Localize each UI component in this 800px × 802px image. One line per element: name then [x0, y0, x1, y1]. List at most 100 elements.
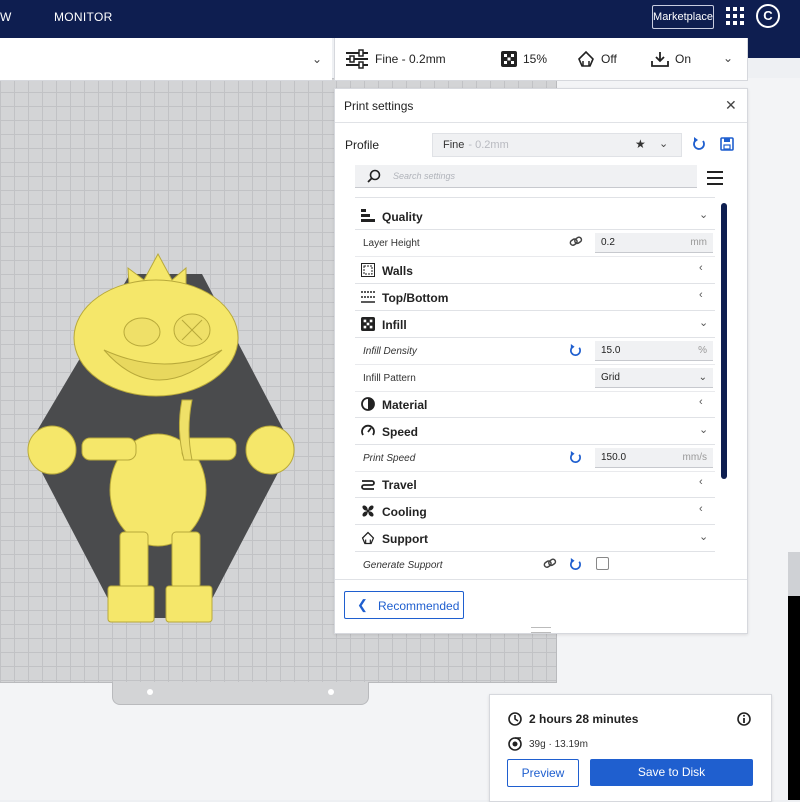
setting-layer-height: Layer Height 0.2 mm: [355, 230, 715, 257]
info-icon[interactable]: [737, 712, 751, 726]
search-icon: [367, 169, 381, 183]
chevron-down-icon: ⌄: [699, 531, 709, 543]
star-icon[interactable]: ★: [635, 137, 646, 151]
category-speed[interactable]: Speed ⌄: [355, 418, 715, 445]
fan-icon: [362, 505, 374, 517]
chevron-down-icon: ⌄: [699, 317, 709, 329]
setting-label: Infill Density: [363, 346, 417, 357]
right-foot-shape: [165, 585, 213, 623]
support-icon: [361, 531, 375, 545]
chevron-down-icon[interactable]: ⌄: [312, 52, 322, 66]
setting-label: Infill Pattern: [363, 373, 416, 384]
support-summary[interactable]: Off: [577, 51, 617, 67]
header-extension: [746, 38, 800, 58]
sliders-icon: [346, 49, 368, 69]
link-icon[interactable]: [569, 236, 583, 248]
adhesion-summary[interactable]: On: [651, 51, 691, 67]
link-icon[interactable]: [543, 558, 557, 570]
chevron-left-icon: ‹: [699, 476, 703, 488]
divider: [355, 197, 715, 198]
top-bottom-icon: [361, 291, 375, 303]
close-icon[interactable]: ✕: [725, 97, 737, 114]
field-value: 15.0: [601, 345, 621, 356]
adhesion-icon: [651, 52, 669, 67]
scrollbar[interactable]: [721, 203, 727, 479]
print-speed-field[interactable]: 150.0 mm/s: [595, 448, 713, 468]
profile-value: Fine: [443, 139, 465, 151]
chevron-left-icon: ‹: [699, 503, 703, 515]
save-profile-icon[interactable]: [720, 137, 734, 151]
object-selector-bar[interactable]: ⌄: [0, 38, 332, 81]
panel-title: Print settings: [344, 99, 414, 113]
account-avatar[interactable]: C: [756, 4, 780, 28]
category-support[interactable]: Support ⌄: [355, 525, 715, 552]
category-top-bottom[interactable]: Top/Bottom ‹: [355, 284, 715, 311]
speed-icon: [361, 424, 375, 436]
material-icon: [361, 397, 375, 411]
material-estimate: 39g · 13.19m: [529, 739, 588, 750]
category-cooling[interactable]: Cooling ‹: [355, 498, 715, 525]
dropdown-value: Grid: [601, 372, 620, 383]
apps-grid-icon[interactable]: [726, 7, 744, 25]
profile-dropdown[interactable]: Fine - 0.2mm ★ ⌄: [432, 133, 682, 157]
marketplace-button[interactable]: Marketplace: [652, 5, 714, 29]
category-label: Support: [382, 532, 428, 546]
category-label: Travel: [382, 478, 417, 492]
category-material[interactable]: Material ‹: [355, 391, 715, 418]
chevron-down-icon[interactable]: ⌄: [723, 51, 733, 65]
clock-icon: [508, 712, 522, 726]
recommended-button[interactable]: ❮ Recommended: [344, 591, 464, 619]
chevron-down-icon[interactable]: ⌄: [659, 137, 668, 150]
layer-height-field[interactable]: 0.2 mm: [595, 233, 713, 253]
viewport-edge-dark: [788, 596, 800, 800]
resize-grip[interactable]: [531, 627, 551, 633]
search-placeholder: Search settings: [393, 171, 456, 181]
preview-button[interactable]: Preview: [507, 759, 579, 787]
top-header: W MONITOR Marketplace C: [0, 0, 800, 38]
infill-pattern-dropdown[interactable]: Grid ⌄: [595, 368, 713, 388]
chevron-left-icon: ‹: [699, 262, 703, 274]
chevron-down-icon: ⌄: [698, 372, 707, 383]
stage-tab-prepare[interactable]: W: [0, 10, 12, 24]
plate-hole: [328, 689, 334, 695]
build-plate-tab: [112, 682, 369, 705]
category-infill[interactable]: Infill ⌄: [355, 311, 715, 338]
adhesion-summary-label: On: [675, 52, 692, 66]
spool-icon: [508, 737, 522, 751]
reset-icon[interactable]: [569, 344, 582, 357]
category-label: Walls: [382, 264, 413, 278]
field-unit: mm: [690, 237, 707, 248]
infill-density-field[interactable]: 15.0 %: [595, 341, 713, 361]
category-travel[interactable]: Travel ‹: [355, 471, 715, 498]
setting-label: Layer Height: [363, 238, 420, 249]
field-value: 0.2: [601, 237, 615, 248]
reset-icon[interactable]: [569, 451, 582, 464]
infill-summary-label: 15%: [523, 52, 548, 66]
reset-icon[interactable]: [569, 558, 582, 571]
generate-support-checkbox[interactable]: [596, 557, 609, 570]
reset-icon[interactable]: [692, 137, 706, 151]
chevron-left-icon: ❮: [357, 597, 368, 612]
recommended-label: Recommended: [378, 599, 460, 613]
category-label: Material: [382, 398, 428, 412]
settings-menu-icon[interactable]: [707, 171, 723, 185]
model-3d-character[interactable]: [26, 250, 298, 630]
left-hand-shape: [27, 425, 77, 475]
category-walls[interactable]: Walls ‹: [355, 257, 715, 284]
stage-tab-monitor[interactable]: MONITOR: [54, 10, 113, 24]
infill-summary[interactable]: 15%: [501, 51, 547, 67]
search-settings-input[interactable]: Search settings: [355, 165, 697, 188]
setting-infill-pattern: Infill Pattern Grid ⌄: [355, 365, 715, 392]
chevron-down-icon: ⌄: [699, 424, 709, 436]
walls-icon: [361, 263, 375, 277]
setting-infill-density: Infill Density 15.0 %: [355, 338, 715, 365]
save-to-disk-button[interactable]: Save to Disk: [590, 759, 753, 786]
profile-summary-label: Fine - 0.2mm: [375, 52, 446, 66]
right-hand-shape: [245, 425, 295, 475]
print-setup-summary-bar[interactable]: Fine - 0.2mm 15% Off On ⌄: [334, 38, 748, 81]
category-quality[interactable]: Quality ⌄: [355, 203, 715, 230]
profile-summary[interactable]: Fine - 0.2mm: [345, 49, 446, 69]
chevron-down-icon: ⌄: [699, 209, 709, 221]
support-summary-label: Off: [601, 52, 617, 66]
setting-label: Generate Support: [363, 560, 443, 571]
